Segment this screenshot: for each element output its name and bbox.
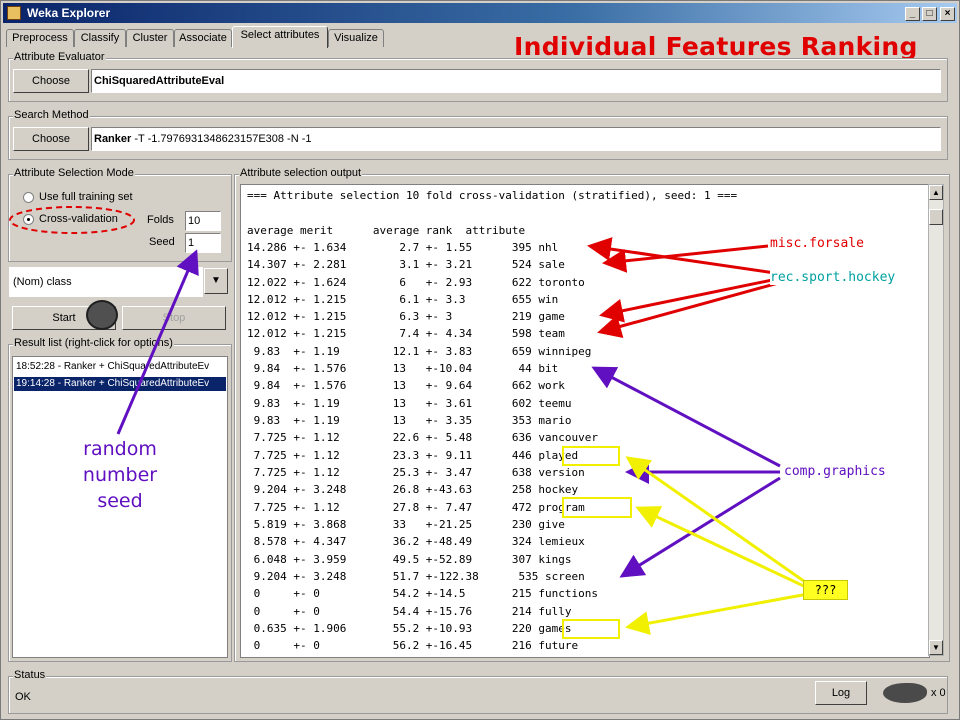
cross-validation-label: Cross-validation bbox=[39, 213, 118, 225]
selection-mode-label: Attribute Selection Mode bbox=[13, 167, 135, 179]
output-line: 14.307 +- 2.281 3.1 +- 3.21 524 sale bbox=[247, 258, 565, 271]
close-button[interactable]: × bbox=[940, 7, 955, 21]
output-line: 7.725 +- 1.12 25.3 +- 3.47 638 version bbox=[247, 466, 585, 479]
weka-status-bird-icon bbox=[883, 683, 927, 703]
selection-mode-group: Attribute Selection Mode Use full traini… bbox=[8, 167, 232, 262]
output-line: 12.012 +- 1.215 6.3 +- 3 219 game bbox=[247, 310, 565, 323]
output-line: 0.635 +- 1.906 55.2 +-10.93 220 games bbox=[247, 622, 572, 635]
folds-input[interactable]: 10 bbox=[185, 211, 221, 231]
status-count: x 0 bbox=[931, 687, 946, 699]
output-line: 0 +- 0 54.2 +-14.5 215 functions bbox=[247, 587, 598, 600]
search-method-label: Search Method bbox=[13, 109, 90, 121]
output-line: 9.83 +- 1.19 13 +- 3.61 602 teemu bbox=[247, 397, 572, 410]
result-item-selected[interactable]: 19:14:28 - Ranker + ChiSquaredAttributeE… bbox=[14, 377, 226, 391]
folds-label: Folds bbox=[147, 214, 174, 226]
output-label: Attribute selection output bbox=[239, 167, 363, 179]
program-highlight bbox=[562, 497, 632, 518]
scroll-thumb[interactable] bbox=[929, 209, 943, 225]
misc-forsale-annotation: misc.forsale bbox=[770, 236, 864, 251]
output-line: 12.012 +- 1.215 7.4 +- 4.34 598 team bbox=[247, 327, 565, 340]
cross-validation-radio[interactable] bbox=[23, 214, 34, 225]
output-line: 7.725 +- 1.12 22.6 +- 5.48 636 vancouver bbox=[247, 431, 598, 444]
seed-label: Seed bbox=[149, 236, 175, 248]
weka-app-icon bbox=[7, 6, 21, 20]
class-select[interactable]: (Nom) class bbox=[8, 266, 204, 298]
search-method-name: Ranker bbox=[94, 133, 132, 145]
attribute-evaluator-group: Attribute Evaluator Choose ChiSquaredAtt… bbox=[8, 51, 948, 102]
search-method-field[interactable]: Ranker -T -1.7976931348623157E308 -N -1 bbox=[91, 127, 941, 151]
random-seed-annotation: random number seed bbox=[70, 436, 170, 514]
result-item[interactable]: 18:52:28 - Ranker + ChiSquaredAttributeE… bbox=[14, 360, 226, 374]
status-text: OK bbox=[15, 691, 31, 703]
evaluator-choose-button[interactable]: Choose bbox=[13, 69, 89, 93]
rec-sport-hockey-annotation: rec.sport.hockey bbox=[770, 270, 896, 285]
maximize-button[interactable]: □ bbox=[922, 7, 937, 21]
output-line: === Attribute selection 10 fold cross-va… bbox=[247, 189, 738, 202]
window-title: Weka Explorer bbox=[27, 6, 111, 20]
tab-associate[interactable]: Associate bbox=[174, 29, 232, 47]
seed-note-line: number bbox=[82, 464, 158, 486]
scroll-down-icon[interactable]: ▼ bbox=[929, 640, 943, 655]
seed-input[interactable]: 1 bbox=[185, 233, 221, 253]
attribute-evaluator-label: Attribute Evaluator bbox=[13, 51, 106, 63]
weka-bird-icon bbox=[86, 300, 118, 330]
full-training-label: Use full training set bbox=[39, 191, 133, 203]
output-line: 8.578 +- 4.347 36.2 +-48.49 324 lemieux bbox=[247, 535, 585, 548]
status-label: Status bbox=[13, 669, 47, 681]
evaluator-field[interactable]: ChiSquaredAttributeEval bbox=[91, 69, 941, 93]
output-line: 0 +- 0 56.2 +-16.45 216 future bbox=[247, 639, 579, 652]
evaluator-name: ChiSquaredAttributeEval bbox=[94, 75, 225, 87]
output-line: 5.819 +- 3.868 33 +-21.25 230 give bbox=[247, 518, 565, 531]
tab-select-attributes[interactable]: Select attributes bbox=[232, 26, 328, 48]
seed-note-line: seed bbox=[97, 490, 143, 512]
output-line: 9.83 +- 1.19 12.1 +- 3.83 659 winnipeg bbox=[247, 345, 592, 358]
status-group: Status OK Log x 0 bbox=[8, 669, 948, 714]
title-bar: Weka Explorer _ □ × bbox=[3, 3, 957, 23]
output-line: 9.83 +- 1.19 13 +- 3.35 353 mario bbox=[247, 414, 572, 427]
log-button[interactable]: Log bbox=[815, 681, 867, 705]
minimize-button[interactable]: _ bbox=[905, 7, 920, 21]
class-dropdown-arrow[interactable]: ▼ bbox=[204, 268, 228, 294]
unknown-annotation: ??? bbox=[803, 580, 848, 600]
seed-note-line: random bbox=[83, 438, 157, 460]
result-list-label: Result list (right-click for options) bbox=[13, 337, 174, 349]
output-line: 7.725 +- 1.12 27.8 +- 7.47 472 program bbox=[247, 501, 585, 514]
full-training-radio[interactable] bbox=[23, 192, 34, 203]
slide-headline: Individual Features Ranking bbox=[514, 32, 918, 61]
tab-preprocess[interactable]: Preprocess bbox=[6, 29, 74, 47]
search-method-options: -T -1.7976931348623157E308 -N -1 bbox=[131, 133, 312, 145]
output-line: 12.022 +- 1.624 6 +- 2.93 622 toronto bbox=[247, 276, 585, 289]
output-scrollbar[interactable]: ▲ ▼ bbox=[928, 184, 944, 656]
stop-button[interactable]: Stop bbox=[122, 306, 226, 330]
output-line: 14.286 +- 1.634 2.7 +- 1.55 395 nhl bbox=[247, 241, 559, 254]
output-line: 0 +- 0 54.4 +-15.76 214 fully bbox=[247, 605, 572, 618]
search-choose-button[interactable]: Choose bbox=[13, 127, 89, 151]
output-line: 9.84 +- 1.576 13 +-10.04 44 bit bbox=[247, 362, 559, 375]
played-highlight bbox=[562, 446, 620, 466]
search-method-group: Search Method Choose Ranker -T -1.797693… bbox=[8, 109, 948, 160]
output-line: average merit average rank attribute bbox=[247, 224, 526, 237]
games-highlight bbox=[562, 619, 620, 639]
output-line: 6.048 +- 3.959 49.5 +-52.89 307 kings bbox=[247, 553, 572, 566]
tab-classify[interactable]: Classify bbox=[74, 29, 126, 47]
tab-visualize[interactable]: Visualize bbox=[328, 29, 384, 47]
output-line: 9.204 +- 3.248 51.7 +-122.38 535 screen bbox=[247, 570, 585, 583]
tab-cluster[interactable]: Cluster bbox=[126, 29, 174, 47]
output-line: 9.204 +- 3.248 26.8 +-43.63 258 hockey bbox=[247, 483, 579, 496]
output-line: 7.725 +- 1.12 23.3 +- 9.11 446 played bbox=[247, 449, 579, 462]
output-line: 12.012 +- 1.215 6.1 +- 3.3 655 win bbox=[247, 293, 559, 306]
scroll-up-icon[interactable]: ▲ bbox=[929, 185, 943, 200]
output-line: 9.84 +- 1.576 13 +- 9.64 662 work bbox=[247, 379, 565, 392]
comp-graphics-annotation: comp.graphics bbox=[784, 464, 886, 479]
